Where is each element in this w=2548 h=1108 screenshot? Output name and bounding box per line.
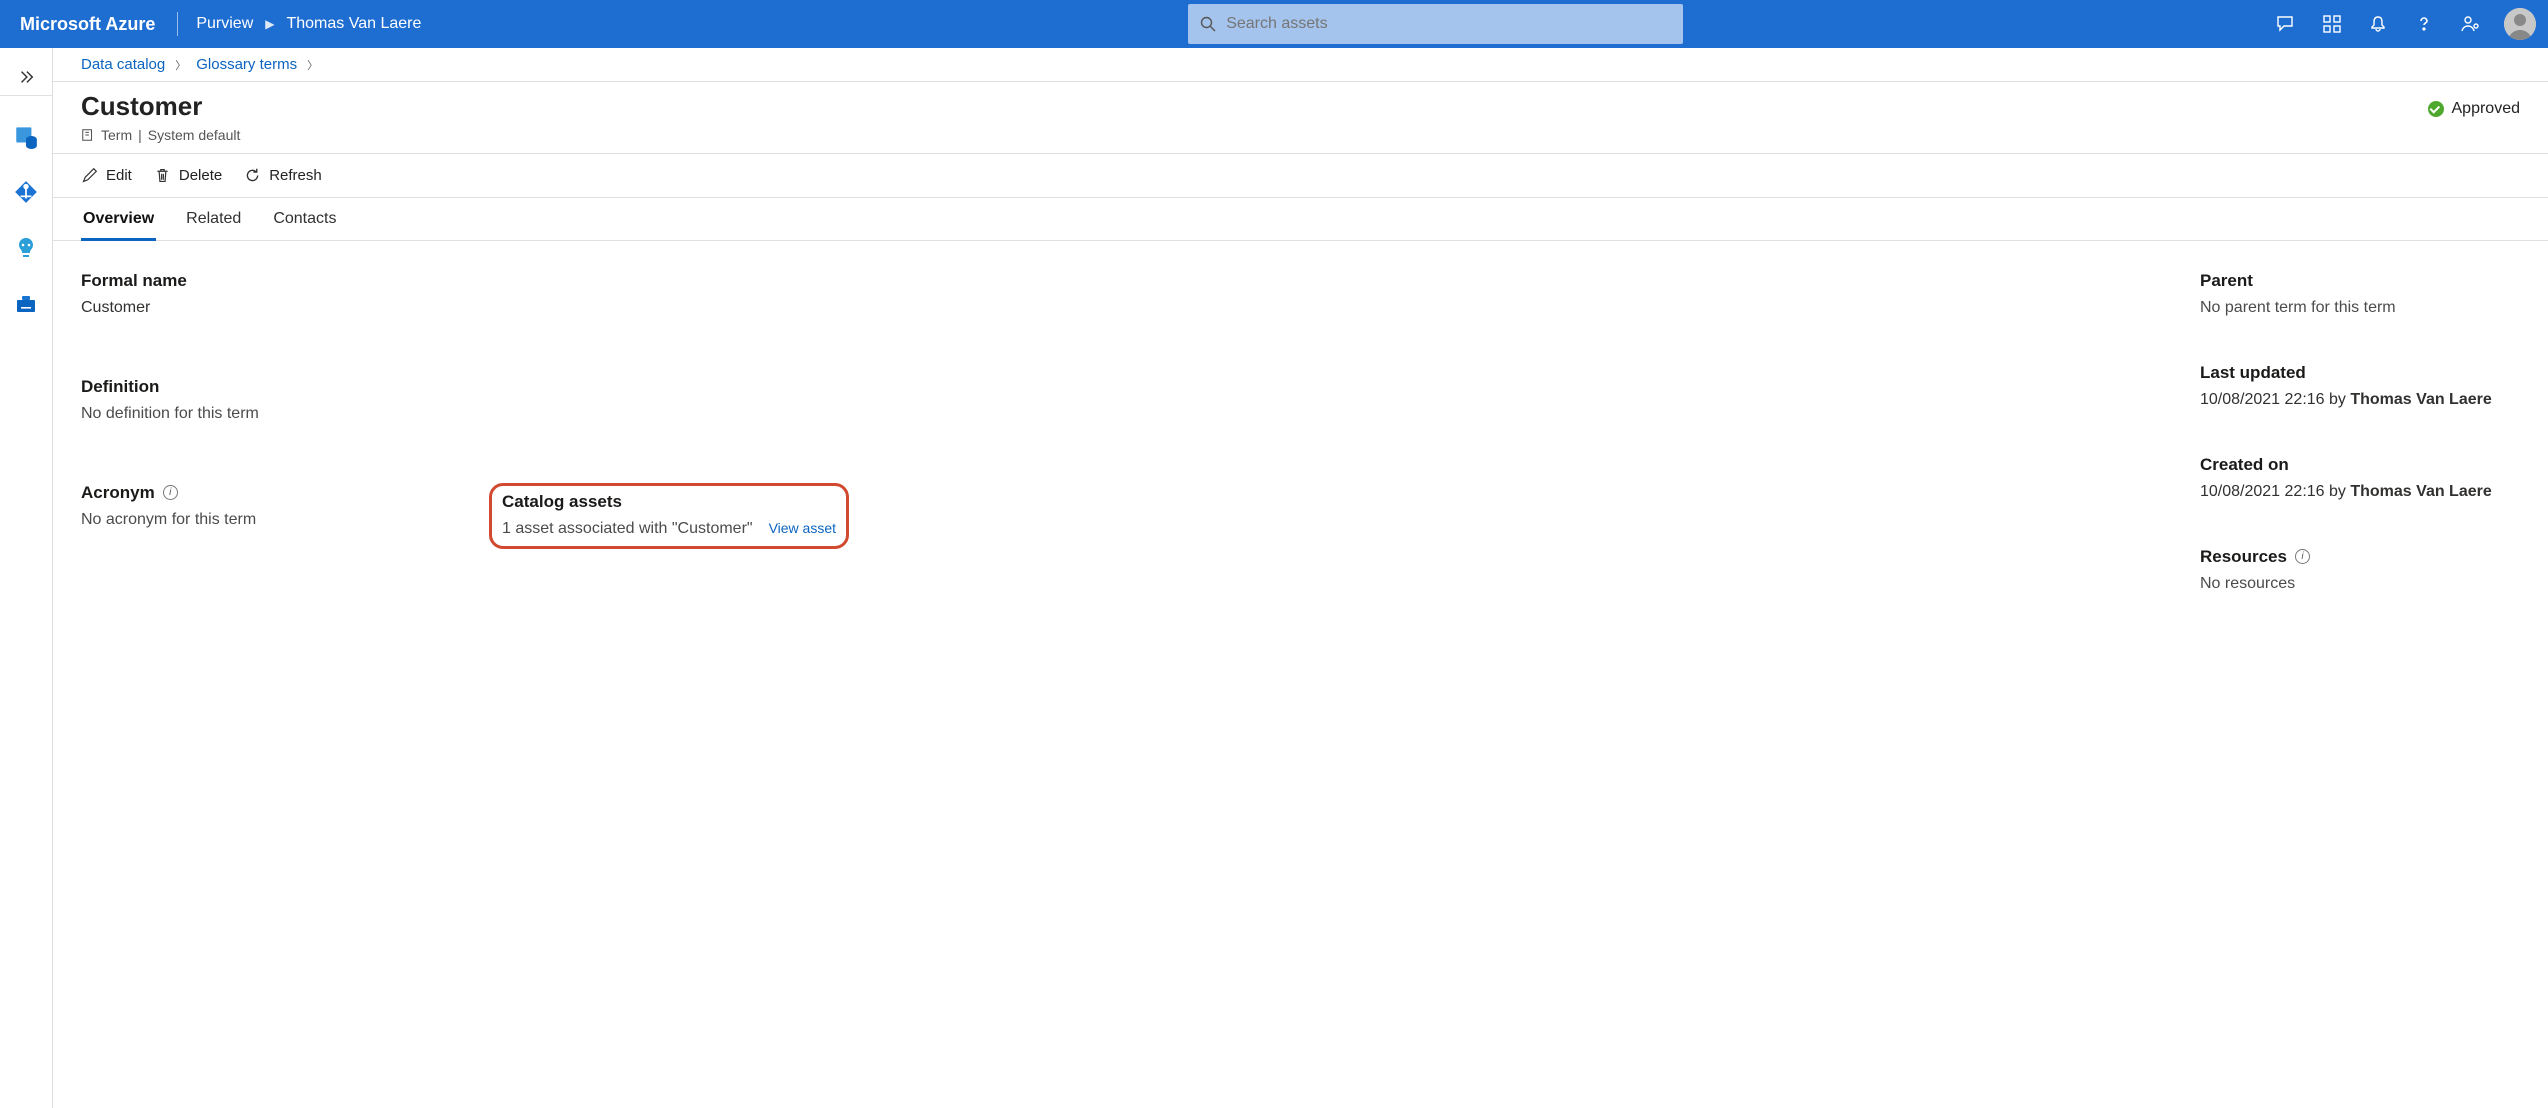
breadcrumb-link-0[interactable]: Data catalog: [81, 56, 165, 73]
view-asset-link[interactable]: View asset: [769, 520, 836, 536]
field-acronym: Acronym i No acronym for this term: [81, 483, 481, 529]
edit-label: Edit: [106, 167, 132, 184]
header-crumb-1[interactable]: Thomas Van Laere: [286, 15, 421, 33]
info-icon[interactable]: i: [163, 485, 178, 500]
tabs: Overview Related Contacts: [53, 198, 2548, 241]
field-parent: Parent No parent term for this term: [2200, 271, 2520, 317]
page-title: Customer: [81, 92, 240, 121]
formal-name-label: Formal name: [81, 271, 901, 291]
subtitle-sep: |: [138, 127, 142, 143]
subtitle-template: System default: [148, 127, 241, 143]
field-catalog-assets: Catalog assets 1 asset associated with "…: [501, 483, 901, 575]
feedback-icon[interactable]: [2274, 12, 2298, 36]
top-header: Microsoft Azure Purview ▶ Thomas Van Lae…: [0, 0, 2548, 48]
info-icon[interactable]: i: [2295, 549, 2310, 564]
field-last-updated: Last updated 10/08/2021 22:16 by Thomas …: [2200, 363, 2520, 409]
page-header: Customer Term | System default Approved: [53, 82, 2548, 154]
status-badge: Approved: [2428, 92, 2521, 118]
search-box[interactable]: [1188, 4, 1683, 44]
acronym-value: No acronym for this term: [81, 511, 481, 529]
created-on-value: 10/08/2021 22:16 by Thomas Van Laere: [2200, 483, 2520, 501]
notifications-icon[interactable]: [2366, 12, 2390, 36]
check-icon: [2428, 101, 2444, 117]
edit-button[interactable]: Edit: [81, 167, 132, 184]
brand-label[interactable]: Microsoft Azure: [20, 14, 173, 35]
main-content: Data catalog 〉 Glossary terms 〉 Customer…: [53, 48, 2548, 1108]
last-updated-label: Last updated: [2200, 363, 2520, 383]
resources-label: Resources i: [2200, 547, 2520, 567]
breadcrumb: Data catalog 〉 Glossary terms 〉: [53, 48, 2548, 82]
rail-item-data-catalog[interactable]: [6, 116, 46, 156]
field-definition: Definition No definition for this term: [81, 377, 901, 423]
directories-icon[interactable]: [2320, 12, 2344, 36]
page-subtitle: Term | System default: [81, 127, 240, 143]
definition-value: No definition for this term: [81, 405, 901, 423]
search-icon: [1200, 16, 1216, 32]
settings-person-icon[interactable]: [2458, 12, 2482, 36]
term-icon: [81, 128, 95, 142]
rail-item-insights[interactable]: [6, 228, 46, 268]
formal-name-value: Customer: [81, 299, 901, 317]
header-divider: [177, 12, 178, 36]
chevron-right-icon: 〉: [307, 57, 318, 73]
refresh-icon: [244, 167, 261, 184]
header-breadcrumb: Purview ▶ Thomas Van Laere: [182, 15, 421, 33]
parent-label: Parent: [2200, 271, 2520, 291]
tab-related[interactable]: Related: [184, 198, 243, 240]
subtitle-type: Term: [101, 127, 132, 143]
help-icon[interactable]: [2412, 12, 2436, 36]
overview-content: Formal name Customer Definition No defin…: [53, 241, 2548, 669]
left-nav-rail: [0, 48, 53, 1108]
created-on-label: Created on: [2200, 455, 2520, 475]
chevron-right-icon: 〉: [175, 57, 186, 73]
acronym-label: Acronym i: [81, 483, 481, 503]
header-tools: [2250, 8, 2536, 40]
avatar[interactable]: [2504, 8, 2536, 40]
delete-label: Delete: [179, 167, 222, 184]
field-resources: Resources i No resources: [2200, 547, 2520, 593]
field-created-on: Created on 10/08/2021 22:16 by Thomas Va…: [2200, 455, 2520, 501]
breadcrumb-link-1[interactable]: Glossary terms: [196, 56, 297, 73]
trash-icon: [154, 167, 171, 184]
rail-item-management[interactable]: [6, 284, 46, 324]
tab-overview[interactable]: Overview: [81, 198, 156, 241]
chevron-right-icon: ▶: [265, 17, 274, 31]
search-input[interactable]: [1226, 15, 1671, 33]
catalog-assets-highlight: Catalog assets 1 asset associated with "…: [489, 483, 849, 549]
toolbar: Edit Delete Refresh: [53, 154, 2548, 198]
refresh-button[interactable]: Refresh: [244, 167, 322, 184]
catalog-assets-value: 1 asset associated with "Customer": [502, 520, 753, 538]
last-updated-value: 10/08/2021 22:16 by Thomas Van Laere: [2200, 391, 2520, 409]
parent-value: No parent term for this term: [2200, 299, 2520, 317]
resources-value: No resources: [2200, 575, 2520, 593]
status-text: Approved: [2452, 100, 2521, 118]
expand-nav-button[interactable]: [0, 58, 53, 96]
definition-label: Definition: [81, 377, 901, 397]
field-formal-name: Formal name Customer: [81, 271, 901, 317]
header-crumb-0[interactable]: Purview: [196, 15, 253, 33]
edit-icon: [81, 167, 98, 184]
catalog-assets-label: Catalog assets: [502, 492, 836, 512]
refresh-label: Refresh: [269, 167, 322, 184]
delete-button[interactable]: Delete: [154, 167, 222, 184]
rail-item-data-map[interactable]: [6, 172, 46, 212]
tab-contacts[interactable]: Contacts: [271, 198, 338, 240]
